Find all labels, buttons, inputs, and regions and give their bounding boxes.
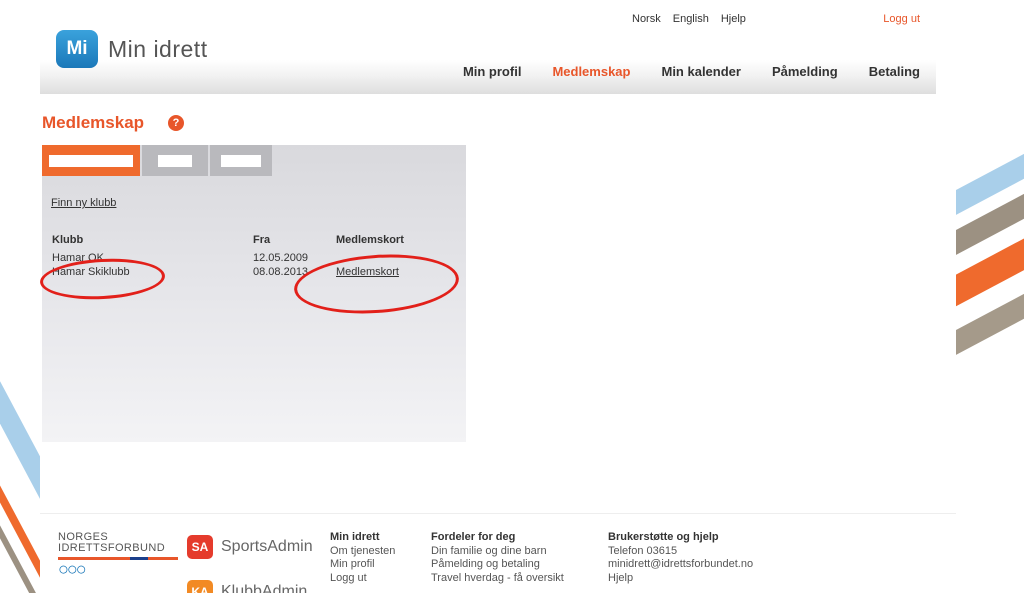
klubbadmin-badge: KA [187,580,213,593]
redacted-label [221,154,261,167]
footer-link-om-tjenesten[interactable]: Om tjenesten [330,545,395,559]
membership-panel: Finn ny klubb Klubb Fra Medlemskort Hama… [39,145,466,442]
footer-col-min-idrett: Min idrett Om tjenesten Min profil Logg … [330,531,395,585]
lang-norsk-link[interactable]: Norsk [632,13,661,25]
club-name: Hamar Skiklubb [52,266,130,278]
help-icon[interactable]: ? [168,115,184,131]
logo-text: Min idrett [108,35,208,62]
footer-link-logg-ut[interactable]: Logg ut [330,572,395,586]
olympic-rings-icon: ○○○ [58,559,87,579]
membership-tabs [42,145,272,176]
klubbadmin-text: KlubbAdmin [221,583,308,593]
nav-pamelding[interactable]: Påmelding [772,64,838,79]
footer-phone: Telefon 03615 [608,544,678,557]
nav-medlemskap[interactable]: Medlemskap [552,64,630,79]
find-club-link[interactable]: Finn ny klubb [51,197,116,209]
logout-link[interactable]: Logg ut [883,13,920,25]
membership-card-link[interactable]: Medlemskort [336,266,399,278]
logo[interactable]: Mi Min idrett [56,30,208,68]
klubbadmin-logo[interactable]: KA KlubbAdmin [187,580,307,593]
nif-logo[interactable]: NORGES IDRETTSFORBUND ○○○ [58,532,178,579]
tab-1[interactable] [42,145,140,176]
col-header-medlemskort: Medlemskort [336,234,404,246]
nav-min-profil[interactable]: Min profil [463,64,522,79]
redacted-label [158,154,192,167]
page-container: Norsk English Hjelp Logg ut Mi Min idret… [39,0,956,593]
nif-line2: IDRETTSFORBUND [58,542,166,554]
footer-link-familie[interactable]: Din familie og dine barn [431,545,564,559]
footer-heading: Min idrett [330,531,380,543]
language-links: Norsk English Hjelp [632,13,746,25]
lang-english-link[interactable]: English [673,13,709,25]
footer-col-fordeler: Fordeler for deg Din familie og dine bar… [431,531,564,585]
tab-2[interactable] [142,145,208,176]
footer-email-link[interactable]: minidrett@idrettsforbundet.no [608,558,753,572]
footer-heading: Brukerstøtte og hjelp [608,531,719,543]
col-header-klubb: Klubb [52,234,84,246]
tab-3[interactable] [210,145,272,176]
footer-link-pamelding[interactable]: Påmelding og betaling [431,558,564,572]
sportsadmin-logo[interactable]: SA SportsAdmin [187,535,313,559]
sportsadmin-text: SportsAdmin [221,538,313,555]
from-date: 12.05.2009 [253,252,309,264]
decorative-stripes-right [944,130,1024,360]
page-title: Medlemskap [42,113,145,132]
sportsadmin-badge: SA [187,535,213,559]
help-link[interactable]: Hjelp [721,13,746,25]
redacted-label [49,154,133,167]
club-name: Hamar OK [52,252,104,264]
footer-link-travel[interactable]: Travel hverdag - få oversikt [431,572,564,586]
footer: NORGES IDRETTSFORBUND ○○○ SA SportsAdmin… [40,513,956,593]
nav-min-kalender[interactable]: Min kalender [661,64,740,79]
footer-help-link[interactable]: Hjelp [608,572,753,586]
col-header-fra: Fra [253,234,271,246]
footer-link-min-profil[interactable]: Min profil [330,558,395,572]
main-nav: Min profil Medlemskap Min kalender Påmel… [463,64,920,79]
from-date: 08.08.2013 [253,266,309,278]
footer-col-brukerstotte: Brukerstøtte og hjelp Telefon 03615 mini… [608,531,753,585]
nav-betaling[interactable]: Betaling [869,64,920,79]
footer-heading: Fordeler for deg [431,531,516,543]
annotation-circle-card [292,249,461,319]
logo-badge: Mi [56,30,98,68]
